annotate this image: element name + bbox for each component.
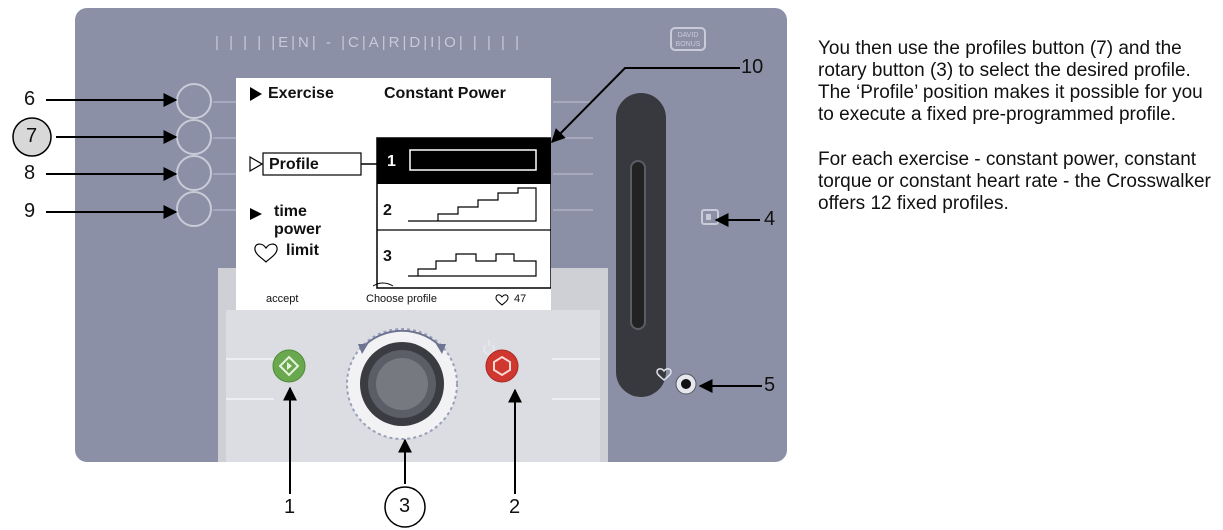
callout-10-label: 10 xyxy=(741,56,764,78)
callout-2-label: 2 xyxy=(509,496,521,518)
callout-5-label: 5 xyxy=(764,374,776,396)
description-paragraph-2: For each exercise - constant power, cons… xyxy=(818,149,1211,214)
callout-7-label: 7 xyxy=(26,125,38,147)
callout-3-label: 3 xyxy=(399,495,411,517)
callout-8-label: 8 xyxy=(24,162,36,184)
callout-9-label: 9 xyxy=(24,200,36,222)
callout-1-label: 1 xyxy=(284,496,296,518)
callout-10-arrow xyxy=(551,67,740,143)
description-paragraph-1: You then use the profiles button (7) and… xyxy=(818,38,1203,125)
description-text: You then use the profiles button (7) and… xyxy=(818,38,1218,238)
callout-4-label: 4 xyxy=(764,208,776,230)
callout-6-label: 6 xyxy=(24,88,36,110)
